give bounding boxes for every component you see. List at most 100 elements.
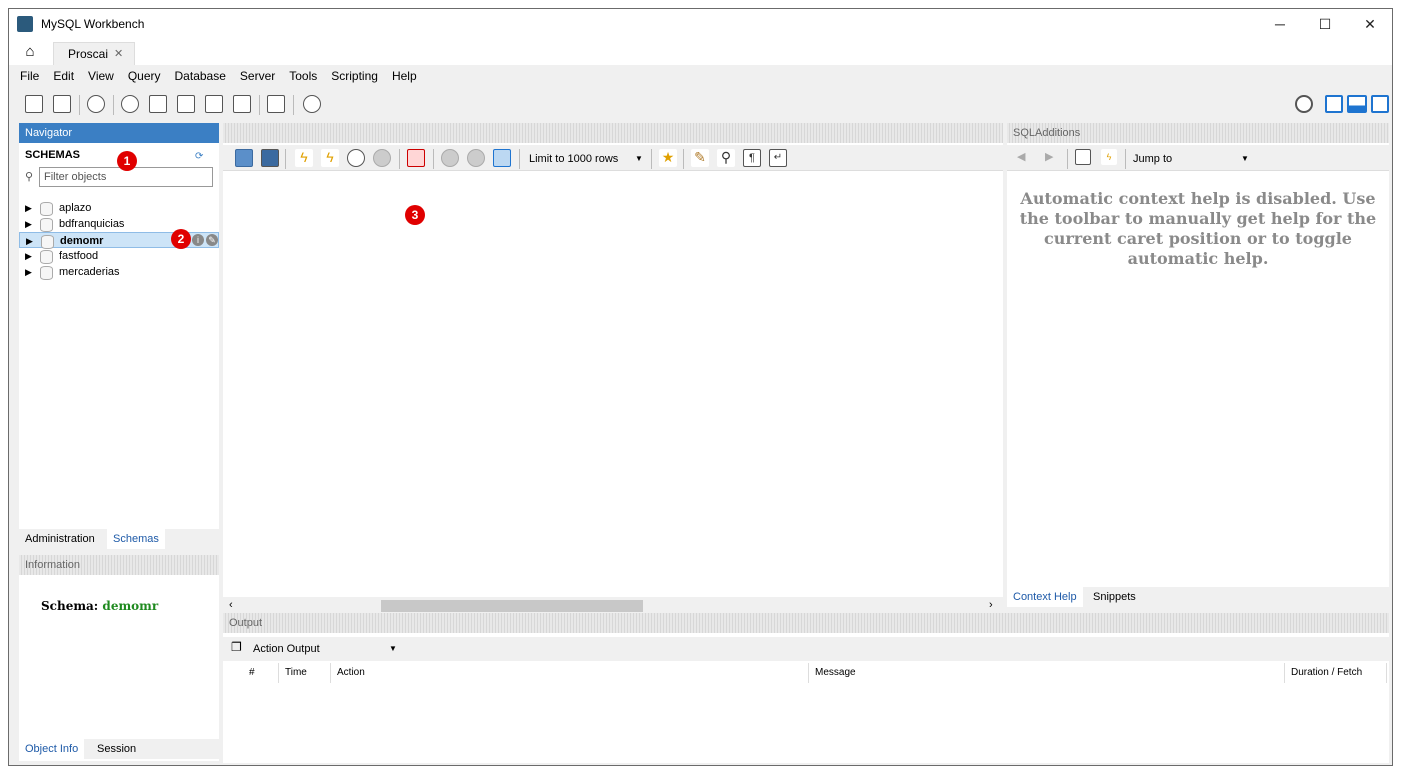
beautify-broom-icon[interactable]: ✎ xyxy=(691,149,709,167)
schema-info-value: demomr xyxy=(102,599,159,613)
invisible-chars-icon[interactable]: ¶ xyxy=(743,149,761,167)
annotation-badge-3: 3 xyxy=(405,205,425,225)
toggle-stop-on-error-icon[interactable] xyxy=(407,149,425,167)
schema-item-fastfood[interactable]: ▶ fastfood xyxy=(19,248,219,264)
rollback-icon[interactable] xyxy=(467,149,485,167)
tab-snippets[interactable]: Snippets xyxy=(1087,587,1142,607)
schema-info: Schema: demomr xyxy=(41,599,158,613)
toggle-output-icon[interactable] xyxy=(1347,95,1367,113)
create-procedure-icon[interactable] xyxy=(205,95,223,113)
info-icon[interactable]: i xyxy=(192,234,204,246)
col-message[interactable]: Message xyxy=(809,663,1285,683)
back-arrow-icon[interactable]: ◀ xyxy=(1017,150,1025,163)
forward-arrow-icon[interactable]: ▶ xyxy=(1045,150,1053,163)
expand-arrow-icon[interactable]: ▶ xyxy=(25,248,32,264)
jump-to-select[interactable]: Jump to ▼ xyxy=(1133,150,1249,168)
wrench-icon[interactable]: ✎ xyxy=(206,234,218,246)
output-header: Output xyxy=(223,613,1389,633)
search-table-data-icon[interactable] xyxy=(267,95,285,113)
database-icon xyxy=(41,235,54,249)
expand-arrow-icon[interactable]: ▶ xyxy=(26,233,33,249)
tab-schemas[interactable]: Schemas xyxy=(107,529,165,549)
schemas-label: SCHEMAS xyxy=(25,149,81,161)
close-window-button[interactable]: ✕ xyxy=(1347,9,1392,39)
limit-rows-select[interactable]: Limit to 1000 rows ▼ xyxy=(529,150,645,168)
scroll-left-arrow-icon[interactable]: ‹ xyxy=(229,599,233,611)
word-wrap-icon[interactable]: ↵ xyxy=(769,149,787,167)
expand-arrow-icon[interactable]: ▶ xyxy=(25,264,32,280)
annotation-badge-2: 2 xyxy=(171,229,191,249)
menu-bar: File Edit View Query Database Server Too… xyxy=(9,65,1392,87)
chevron-down-icon: ▼ xyxy=(1241,154,1249,163)
schema-item-aplazo[interactable]: ▶ aplazo xyxy=(19,200,219,216)
tab-object-info[interactable]: Object Info xyxy=(19,739,85,759)
schema-name: aplazo xyxy=(59,202,92,214)
menu-view[interactable]: View xyxy=(81,69,121,83)
tab-proscai[interactable]: Proscai ✕ xyxy=(53,42,135,65)
connection-tab-bar: ⌂ Proscai ✕ xyxy=(9,39,1392,65)
scrollbar-thumb[interactable] xyxy=(381,600,643,612)
close-tab-icon[interactable]: ✕ xyxy=(114,47,123,60)
create-view-icon[interactable] xyxy=(177,95,195,113)
save-icon[interactable] xyxy=(261,149,279,167)
execute-current-icon[interactable]: ϟ xyxy=(321,149,339,167)
toggle-sidebar-icon[interactable] xyxy=(1325,95,1343,113)
stop-icon[interactable] xyxy=(373,149,391,167)
toggle-secondary-sidebar-icon[interactable] xyxy=(1371,95,1389,113)
expand-arrow-icon[interactable]: ▶ xyxy=(25,216,32,232)
editor-toolbar: ϟ ϟ Limit to 1000 rows ▼ ★ ✎ ⚲ ¶ ↵ xyxy=(223,145,1003,171)
output-type-select[interactable]: Action Output ▼ xyxy=(253,640,399,658)
col-action[interactable]: Action xyxy=(331,663,809,683)
menu-edit[interactable]: Edit xyxy=(46,69,81,83)
schema-item-mercaderias[interactable]: ▶ mercaderias xyxy=(19,264,219,280)
tab-context-help[interactable]: Context Help xyxy=(1007,587,1083,607)
auto-help-icon[interactable]: ϟ xyxy=(1101,149,1117,165)
menu-scripting[interactable]: Scripting xyxy=(324,69,385,83)
open-file-icon[interactable] xyxy=(235,149,253,167)
tab-session[interactable]: Session xyxy=(91,739,142,759)
minimize-button[interactable]: ─ xyxy=(1257,9,1303,39)
create-table-icon[interactable] xyxy=(149,95,167,113)
schema-item-bdfranquicias[interactable]: ▶ bdfranquicias xyxy=(19,216,219,232)
preferences-gear-icon[interactable] xyxy=(1295,95,1313,113)
editor-header xyxy=(223,123,1003,143)
output-type-value: Action Output xyxy=(253,643,320,655)
scroll-right-arrow-icon[interactable]: › xyxy=(989,599,993,611)
col-number[interactable]: # xyxy=(243,663,279,683)
home-icon[interactable]: ⌂ xyxy=(17,43,43,63)
autocommit-icon[interactable] xyxy=(493,149,511,167)
tab-administration[interactable]: Administration xyxy=(19,529,101,549)
menu-tools[interactable]: Tools xyxy=(282,69,324,83)
menu-database[interactable]: Database xyxy=(168,69,233,83)
schema-name: mercaderias xyxy=(59,266,120,278)
information-panel: Information Schema: demomr Object Info S… xyxy=(19,555,219,761)
create-function-icon[interactable] xyxy=(233,95,251,113)
find-icon[interactable]: ⚲ xyxy=(717,149,735,167)
new-sql-tab-icon[interactable] xyxy=(25,95,43,113)
expand-arrow-icon[interactable]: ▶ xyxy=(25,200,32,216)
window-title: MySQL Workbench xyxy=(41,17,145,31)
copy-icon[interactable]: ❐ xyxy=(231,640,242,654)
col-time[interactable]: Time xyxy=(279,663,331,683)
inspector-icon[interactable] xyxy=(87,95,105,113)
sql-editor-area: ϟ ϟ Limit to 1000 rows ▼ ★ ✎ ⚲ ¶ ↵ 3 ‹ › xyxy=(223,123,1003,621)
menu-help[interactable]: Help xyxy=(385,69,424,83)
menu-query[interactable]: Query xyxy=(121,69,168,83)
reconnect-icon[interactable] xyxy=(303,95,321,113)
schema-name: demomr xyxy=(60,235,104,247)
menu-server[interactable]: Server xyxy=(233,69,282,83)
create-schema-icon[interactable] xyxy=(121,95,139,113)
explain-icon[interactable] xyxy=(347,149,365,167)
open-sql-script-icon[interactable] xyxy=(53,95,71,113)
menu-file[interactable]: File xyxy=(13,69,46,83)
information-tabs: Object Info Session xyxy=(19,739,219,759)
refresh-schemas-icon[interactable]: ⟳ xyxy=(195,151,203,162)
col-duration-fetch[interactable]: Duration / Fetch xyxy=(1285,663,1387,683)
maximize-button[interactable]: ☐ xyxy=(1302,9,1348,39)
manual-help-icon[interactable] xyxy=(1075,149,1091,165)
add-snippet-star-icon[interactable]: ★ xyxy=(659,149,677,167)
output-table-header: # Time Action Message Duration / Fetch xyxy=(223,663,1389,683)
jump-to-label: Jump to xyxy=(1133,153,1173,165)
commit-icon[interactable] xyxy=(441,149,459,167)
execute-lightning-icon[interactable]: ϟ xyxy=(295,149,313,167)
